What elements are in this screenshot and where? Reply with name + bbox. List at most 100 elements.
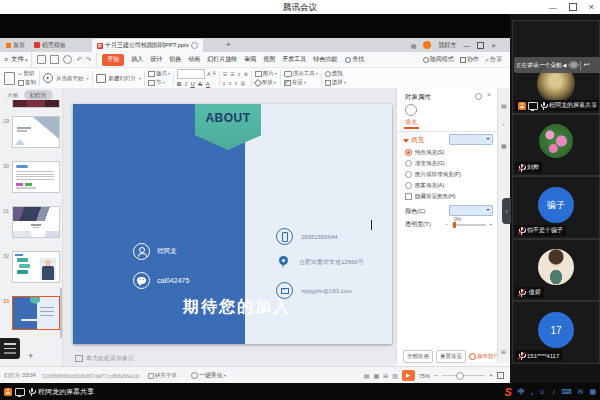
- paste-icon[interactable]: [4, 72, 15, 85]
- scrollbar[interactable]: [60, 288, 62, 338]
- panel-close-icon[interactable]: ×: [487, 91, 491, 98]
- cut-label[interactable]: 剪切: [23, 70, 34, 77]
- tab-document[interactable]: P 十月三建公司校园招聘PPT.pptx: [92, 39, 203, 52]
- save-icon[interactable]: [37, 55, 46, 64]
- zoom-out-icon[interactable]: −: [434, 372, 438, 379]
- wps-minimize-icon[interactable]: —: [463, 42, 470, 49]
- insert-picture-button[interactable]: 图片▾: [255, 70, 277, 77]
- ribbon-tab-start[interactable]: 开始: [102, 54, 124, 66]
- tab-store[interactable]: 稻壳模板: [30, 38, 70, 52]
- slide-thumbnail[interactable]: [12, 116, 60, 148]
- sogou-ime-icon[interactable]: S: [504, 386, 511, 398]
- ribbon-tab-design[interactable]: 设计: [150, 55, 162, 64]
- line-spacing-icon[interactable]: ≣: [244, 71, 248, 77]
- align-right-icon[interactable]: ≡: [235, 80, 238, 86]
- close-icon[interactable]: ×: [589, 2, 594, 12]
- checkbox-hide-background[interactable]: [405, 193, 412, 200]
- bold-button[interactable]: B: [177, 81, 181, 87]
- color-dropdown[interactable]: [449, 205, 493, 216]
- ime-emoji-icon[interactable]: ☺: [539, 388, 546, 395]
- strip-bottom-icon[interactable]: ⊞: [501, 348, 506, 355]
- file-menu[interactable]: 文件: [11, 55, 24, 64]
- play-from-current-button[interactable]: ▶ 从当前开始▾: [43, 73, 89, 83]
- normal-view-icon[interactable]: ▤: [364, 372, 370, 379]
- animation-strip-icon[interactable]: ◔: [501, 122, 505, 128]
- missing-fonts-button[interactable]: 缺失字体: [148, 372, 177, 379]
- transparency-slider[interactable]: [452, 224, 486, 226]
- bullet-list-icon[interactable]: ☰: [223, 71, 227, 77]
- radio-solid-fill[interactable]: [405, 149, 412, 156]
- zoom-slider-handle[interactable]: [456, 372, 464, 380]
- panel-collapse-handle[interactable]: ›: [502, 198, 511, 224]
- ribbon-tab-slideshow[interactable]: 幻灯片放映: [207, 55, 237, 64]
- select-button[interactable]: 选择▾: [325, 79, 346, 86]
- present-tools-button[interactable]: 演示工具▾: [284, 70, 318, 77]
- zoom-in-icon[interactable]: +: [489, 372, 493, 379]
- font-color-button[interactable]: A: [206, 81, 210, 88]
- ime-skin-icon[interactable]: ✉: [578, 388, 584, 396]
- contact-phone-row[interactable]: 18651556644: [276, 228, 338, 245]
- align-left-icon[interactable]: ≡: [223, 80, 226, 86]
- zoom-level[interactable]: 75%: [419, 373, 430, 379]
- slide-sorter-icon[interactable]: ▦: [373, 372, 379, 379]
- slide-thumbnail[interactable]: [12, 161, 60, 193]
- contact-wechat-row[interactable]: cal042475: [133, 272, 189, 289]
- pin-icon[interactable]: [475, 93, 482, 100]
- new-slide-button[interactable]: 新建幻灯片▾: [96, 74, 142, 83]
- radio-pattern-fill[interactable]: [405, 182, 412, 189]
- font-bigger-icon[interactable]: A: [207, 71, 211, 77]
- ribbon-tab-view[interactable]: 视图: [263, 55, 275, 64]
- apps-grid-icon[interactable]: ▦: [411, 42, 417, 49]
- beautify-button[interactable]: 一键美化 ▾: [191, 371, 226, 380]
- contact-address-row[interactable]: 合肥市繁华大道12666号: [276, 255, 364, 270]
- slide-caption[interactable]: 期待您的加入: [183, 297, 291, 318]
- fit-screen-icon[interactable]: [497, 372, 504, 379]
- transparency-slider-handle[interactable]: [453, 222, 456, 228]
- fill-tab-icon[interactable]: [405, 104, 417, 116]
- ime-lang-indicator[interactable]: 中: [518, 387, 525, 397]
- contact-name-row[interactable]: 程阿龙: [133, 243, 177, 260]
- notes-row[interactable]: 单击此处添加备注: [75, 354, 134, 363]
- print-icon[interactable]: [50, 55, 59, 64]
- preview-icon[interactable]: [63, 55, 72, 64]
- tab-home[interactable]: 首页: [2, 38, 29, 52]
- fill-type-dropdown[interactable]: [449, 134, 493, 145]
- contact-email-row[interactable]: ztjsjgshr@163.com: [276, 282, 352, 299]
- section-button[interactable]: 节▾: [148, 79, 170, 86]
- slides-tab[interactable]: 幻灯片: [24, 90, 53, 100]
- slide-thumbnail[interactable]: [12, 206, 60, 238]
- ime-voice-icon[interactable]: ♪: [552, 388, 556, 395]
- participant-tile[interactable]: 刘桦: [512, 114, 600, 176]
- layout-button[interactable]: 版式▾: [148, 70, 170, 77]
- hamburger-icon[interactable]: ≡: [4, 56, 8, 63]
- radio-picture-fill[interactable]: [405, 171, 412, 178]
- fill-tab-label[interactable]: 填充: [405, 118, 417, 127]
- indent-icon[interactable]: ≡: [238, 71, 241, 77]
- reset-background-button[interactable]: 重置背景: [436, 350, 466, 363]
- reading-view-icon[interactable]: ⊞: [383, 372, 388, 379]
- wps-maximize-icon[interactable]: [477, 42, 484, 49]
- ime-toolbox-icon[interactable]: ▦: [589, 388, 596, 396]
- slide-canvas[interactable]: ABOUT 程阿龙 cal042475 期待您的加入: [73, 104, 392, 344]
- tips-link[interactable]: 操作技巧: [469, 353, 499, 360]
- copy-icon[interactable]: [18, 80, 24, 86]
- participant-tile[interactable]: 骗子 怕不是个骗子: [512, 176, 600, 239]
- slide-thumbnail[interactable]: [12, 251, 60, 283]
- ribbon-tab-animation[interactable]: 动画: [188, 55, 200, 64]
- fill-section-header[interactable]: 填充: [403, 136, 424, 145]
- redo-icon[interactable]: ↷: [85, 56, 91, 64]
- zoom-slider[interactable]: [442, 375, 485, 377]
- participant-tile[interactable]: ·傲娇: [512, 239, 600, 301]
- user-name[interactable]: 我好方: [438, 41, 456, 50]
- apply-all-button[interactable]: 全部应用: [403, 350, 433, 363]
- ribbon-tab-devtools[interactable]: 开发工具: [282, 55, 306, 64]
- reading-mode-button[interactable]: 随阅模式: [423, 55, 454, 64]
- maximize-icon[interactable]: [569, 3, 577, 11]
- insert-shape-button[interactable]: 形状▾: [255, 79, 277, 86]
- font-smaller-icon[interactable]: A: [213, 71, 216, 76]
- share-button[interactable]: ↗ 分享: [485, 55, 502, 64]
- ime-punct-icon[interactable]: ,: [531, 388, 533, 395]
- align-center-icon[interactable]: ≡: [229, 80, 232, 86]
- slide-thumbnail-partial[interactable]: [12, 100, 60, 108]
- copy-label[interactable]: 复制: [25, 79, 36, 86]
